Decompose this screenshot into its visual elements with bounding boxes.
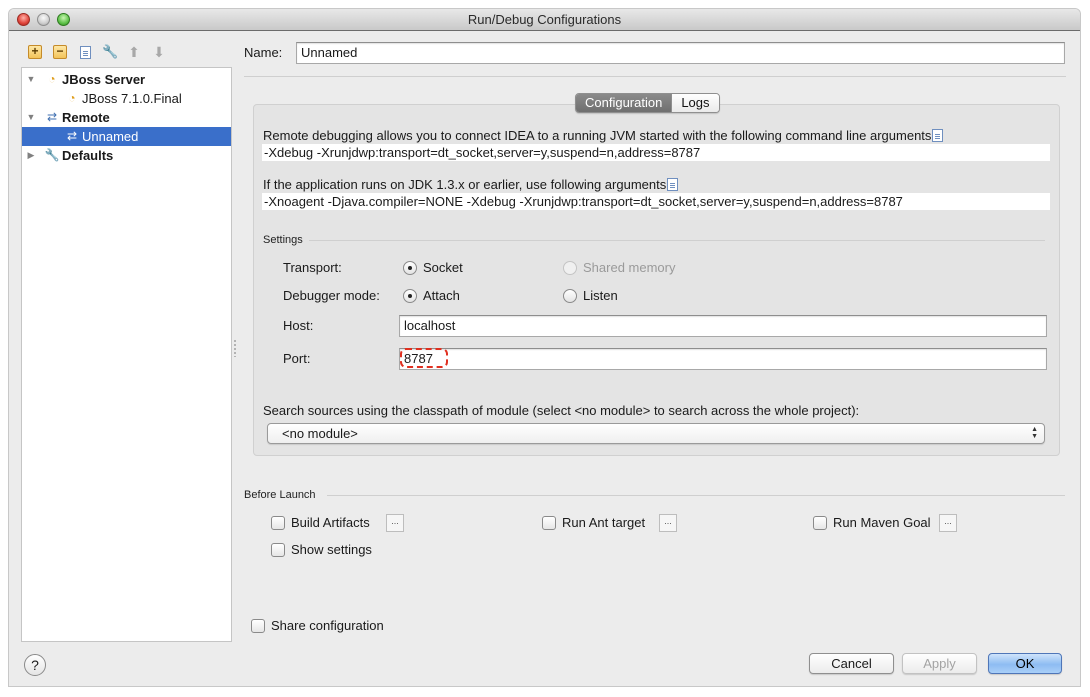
port-label: Port:	[283, 351, 311, 366]
run-ant-target-checkbox[interactable]	[542, 516, 556, 530]
tree-item-remote[interactable]: ▼ ⇄ Remote	[22, 108, 231, 127]
copy-to-clipboard-icon[interactable]	[932, 129, 944, 142]
module-description: Search sources using the classpath of mo…	[263, 403, 860, 418]
transport-shared-memory-radio	[563, 261, 577, 275]
host-input[interactable]: localhost	[399, 315, 1047, 337]
debugger-mode-label: Debugger mode:	[283, 288, 380, 303]
disclosure-expanded-icon[interactable]: ▼	[26, 70, 36, 89]
disclosure-collapsed-icon[interactable]: ▶	[26, 146, 36, 165]
help-button[interactable]: ?	[24, 654, 46, 676]
tab-bar: Configuration Logs	[575, 93, 720, 113]
run-ant-target-more-button[interactable]: ...	[659, 514, 677, 532]
copy-icon	[80, 46, 91, 59]
disclosure-expanded-icon[interactable]: ▼	[26, 108, 36, 127]
tree-item-label: Unnamed	[82, 129, 139, 144]
run-ant-target-label[interactable]: Run Ant target	[562, 515, 645, 530]
edit-defaults-button[interactable]: 🔧	[102, 44, 119, 59]
port-input[interactable]: 8787	[399, 348, 1047, 370]
ok-button[interactable]: OK	[988, 653, 1062, 674]
apply-button[interactable]: Apply	[902, 653, 977, 674]
jboss-icon: ◔	[48, 72, 56, 86]
copy-to-clipboard-icon[interactable]	[667, 178, 679, 191]
port-highlight-annotation	[400, 348, 448, 368]
debugger-mode-attach-label[interactable]: Attach	[423, 288, 460, 303]
tree-item-label: Remote	[62, 110, 110, 125]
module-select[interactable]: <no module> ▲ ▼	[267, 423, 1045, 444]
title-bar: Run/Debug Configurations	[9, 9, 1080, 31]
remote-icon: ⇄	[46, 110, 58, 124]
tab-logs[interactable]: Logs	[671, 94, 719, 112]
old-jdk-args-field[interactable]: -Xnoagent -Djava.compiler=NONE -Xdebug -…	[262, 193, 1050, 210]
show-settings-checkbox[interactable]	[271, 543, 285, 557]
debugger-mode-listen-label[interactable]: Listen	[583, 288, 618, 303]
move-up-button[interactable]: ⬆	[127, 45, 141, 59]
old-jdk-text: If the application runs on JDK 1.3.x or …	[263, 177, 667, 192]
transport-label: Transport:	[283, 260, 342, 275]
transport-socket-label[interactable]: Socket	[423, 260, 463, 275]
cancel-button[interactable]: Cancel	[809, 653, 894, 674]
remove-configuration-button[interactable]: −	[53, 45, 67, 59]
host-label: Host:	[283, 318, 314, 333]
splitter-handle[interactable]	[233, 339, 237, 357]
tree-item-jboss-7-1-0-final[interactable]: ◔ JBoss 7.1.0.Final	[22, 89, 231, 108]
jboss-icon: ◔	[68, 91, 76, 105]
module-select-value: <no module>	[282, 426, 358, 441]
debugger-mode-listen-radio[interactable]	[563, 289, 577, 303]
build-artifacts-label[interactable]: Build Artifacts	[291, 515, 370, 530]
transport-socket-radio[interactable]	[403, 261, 417, 275]
wrench-icon: 🔧	[102, 44, 119, 59]
name-input[interactable]: Unnamed	[296, 42, 1065, 64]
remote-debugging-text: Remote debugging allows you to connect I…	[263, 128, 932, 143]
tree-item-defaults[interactable]: ▶ 🔧 Defaults	[22, 146, 231, 165]
build-artifacts-checkbox[interactable]	[271, 516, 285, 530]
remote-args-field[interactable]: -Xdebug -Xrunjdwp:transport=dt_socket,se…	[262, 144, 1050, 161]
run-maven-goal-checkbox[interactable]	[813, 516, 827, 530]
window-title: Run/Debug Configurations	[467, 12, 622, 27]
wrench-icon: 🔧	[44, 148, 60, 162]
debugger-mode-attach-radio[interactable]	[403, 289, 417, 303]
share-configuration-label[interactable]: Share configuration	[271, 618, 384, 633]
tab-configuration[interactable]: Configuration	[576, 94, 672, 112]
tree-item-label: JBoss 7.1.0.Final	[82, 91, 182, 106]
divider	[244, 76, 1066, 77]
before-launch-section-label: Before Launch	[244, 489, 316, 501]
before-launch-divider	[327, 495, 1065, 496]
tree-item-label: JBoss Server	[62, 72, 146, 87]
updown-arrows-icon: ▲ ▼	[1031, 426, 1038, 440]
run-debug-configurations-window: Run/Debug Configurations + − 🔧 ⬆ ⬇ ▼ ◔ J…	[9, 9, 1080, 686]
copy-configuration-button[interactable]	[78, 45, 92, 59]
build-artifacts-more-button[interactable]: ...	[386, 514, 404, 532]
settings-divider	[309, 240, 1045, 241]
move-down-button[interactable]: ⬇	[152, 45, 166, 59]
remote-icon: ⇄	[66, 129, 78, 143]
share-configuration-checkbox[interactable]	[251, 619, 265, 633]
minus-icon: −	[56, 44, 64, 58]
remote-debugging-description: Remote debugging allows you to connect I…	[263, 128, 944, 143]
arrow-up-icon: ⬆	[128, 44, 140, 60]
tree-item-label: Defaults	[62, 148, 114, 163]
tree-item-jboss-server[interactable]: ▼ ◔ JBoss Server	[22, 70, 231, 89]
run-maven-goal-more-button[interactable]: ...	[939, 514, 957, 532]
arrow-down-icon: ⬇	[153, 44, 165, 60]
transport-shared-memory-label: Shared memory	[583, 260, 676, 275]
tree-item-unnamed[interactable]: ⇄ Unnamed	[22, 127, 231, 146]
plus-icon: +	[31, 44, 39, 58]
configuration-tree[interactable]: ▼ ◔ JBoss Server ◔ JBoss 7.1.0.Final ▼ ⇄…	[21, 67, 232, 642]
add-configuration-button[interactable]: +	[28, 45, 42, 59]
show-settings-label[interactable]: Show settings	[291, 542, 372, 557]
run-maven-goal-label[interactable]: Run Maven Goal	[833, 515, 931, 530]
name-label: Name:	[244, 45, 283, 60]
question-mark-icon: ?	[31, 657, 39, 673]
settings-section-label: Settings	[263, 234, 303, 246]
old-jdk-description: If the application runs on JDK 1.3.x or …	[263, 177, 679, 192]
